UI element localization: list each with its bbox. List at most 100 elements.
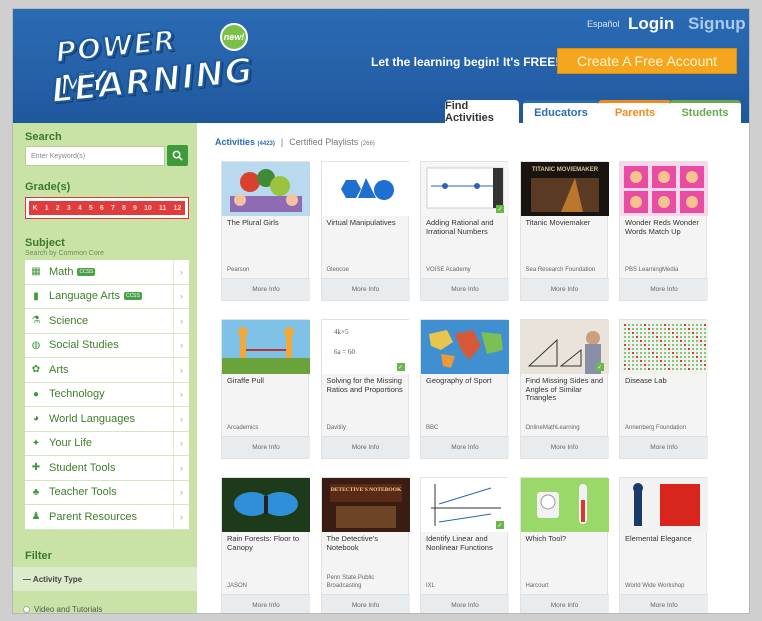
activity-card[interactable]: TITANIC MOVIEMAKER Titanic Moviemaker Sea … — [519, 161, 609, 301]
subject-item[interactable]: ✚ Student Tools › — [25, 456, 189, 481]
chevron-right-icon[interactable]: › — [173, 456, 189, 480]
create-account-button[interactable]: Create A Free Account — [557, 48, 737, 74]
activity-card[interactable]: Elemental Elegance World Wide Workshop Mor… — [619, 477, 708, 613]
subject-item[interactable]: ♣ Teacher Tools › — [25, 480, 189, 505]
tab-find-activities[interactable]: Find Activities — [445, 100, 519, 124]
activity-title[interactable]: The Detective's Notebook — [327, 534, 407, 552]
more-info-button[interactable]: More Info — [321, 436, 410, 458]
activity-card[interactable]: Rain Forests: Floor to Canopy JASON More I… — [221, 477, 310, 613]
chevron-right-icon[interactable]: › — [173, 284, 189, 308]
more-info-button[interactable]: More Info — [222, 594, 310, 613]
activity-card[interactable]: The Plural Girls Pearson More Info — [221, 161, 310, 301]
activity-title[interactable]: Which Tool? — [526, 534, 606, 544]
more-info-button[interactable]: More Info — [421, 278, 509, 300]
more-info-button[interactable]: More Info — [421, 594, 509, 613]
grade-slider[interactable]: K 1 2 3 4 5 6 7 8 9 10 11 12 — [25, 197, 189, 219]
chevron-right-icon[interactable]: › — [173, 358, 189, 382]
chevron-right-icon[interactable]: › — [173, 431, 189, 455]
activity-card[interactable]: 4k×5 6a = 60 ✓ Solving for the Missing Rati… — [320, 319, 410, 459]
activity-title[interactable]: Giraffe Pull — [227, 376, 307, 386]
subject-item[interactable]: ▮ Language Arts CCSS › — [25, 284, 189, 309]
activity-card[interactable]: Virtual Manipulatives Glencoe More Info — [320, 161, 410, 301]
activity-title[interactable]: Wonder Reds Wonder Words Match Up — [625, 218, 705, 236]
more-info-button[interactable]: More Info — [222, 436, 310, 458]
radio-button[interactable] — [23, 606, 30, 613]
search-input[interactable]: Enter Keyword(s) — [25, 146, 165, 166]
activity-title[interactable]: Titanic Moviemaker — [526, 218, 606, 228]
subject-item[interactable]: ● Technology › — [25, 382, 189, 407]
activity-title[interactable]: Adding Rational and Irrational Numbers — [426, 218, 506, 236]
activity-thumbnail[interactable] — [421, 320, 509, 374]
grade-option[interactable]: 7 — [111, 205, 115, 212]
subject-item[interactable]: ⚗ Science › — [25, 309, 189, 334]
activity-thumbnail[interactable] — [620, 320, 708, 374]
grade-option[interactable]: 1 — [45, 205, 49, 212]
tab-parents[interactable]: Parents — [598, 100, 672, 123]
activity-thumbnail[interactable] — [620, 162, 708, 216]
activity-thumbnail[interactable] — [620, 478, 708, 532]
activity-type-toggle[interactable]: — Activity Type — [13, 567, 197, 591]
more-info-button[interactable]: More Info — [520, 594, 609, 613]
subject-item[interactable]: ▦ Math CCSS › — [25, 260, 189, 285]
activity-title[interactable]: Virtual Manipulatives — [327, 218, 407, 228]
activity-thumbnail[interactable] — [321, 162, 410, 216]
grade-option[interactable]: 4 — [78, 205, 82, 212]
grade-option[interactable]: 11 — [159, 205, 166, 212]
site-logo[interactable]: POWER MY LEARNING — [48, 19, 256, 113]
activity-card[interactable]: Giraffe Pull Arcademics More Info — [221, 319, 310, 459]
subject-item[interactable]: ✦ Your Life › — [25, 431, 189, 456]
activity-card[interactable]: ✓ Identify Linear and Nonlinear Functions… — [420, 477, 509, 613]
grade-option[interactable]: 3 — [67, 205, 71, 212]
tab-activities[interactable]: Activities (4423) — [215, 137, 275, 147]
more-info-button[interactable]: More Info — [321, 278, 410, 300]
grade-option[interactable]: 12 — [173, 205, 181, 212]
tab-educators[interactable]: Educators — [523, 100, 599, 123]
more-info-button[interactable]: More Info — [620, 436, 708, 458]
activity-thumbnail[interactable] — [520, 478, 609, 532]
login-link[interactable]: Login — [628, 14, 674, 34]
activity-thumbnail[interactable] — [222, 478, 310, 532]
activity-title[interactable]: Identify Linear and Nonlinear Functions — [426, 534, 506, 552]
activity-title[interactable]: Disease Lab — [625, 376, 705, 386]
chevron-right-icon[interactable]: › — [173, 382, 189, 406]
more-info-button[interactable]: More Info — [222, 278, 310, 300]
grade-option[interactable]: K — [33, 205, 38, 212]
tab-students[interactable]: Students — [669, 100, 741, 123]
activity-title[interactable]: Rain Forests: Floor to Canopy — [227, 534, 307, 552]
activity-title[interactable]: Find Missing Sides and Angles of Similar… — [526, 376, 606, 403]
grade-option[interactable]: 9 — [133, 205, 137, 212]
chevron-right-icon[interactable]: › — [173, 480, 189, 504]
grade-option[interactable]: 10 — [144, 205, 152, 212]
activity-title[interactable]: Elemental Elegance — [625, 534, 705, 544]
activity-card[interactable]: ✓ Find Missing Sides and Angles of Simila… — [519, 319, 609, 459]
chevron-right-icon[interactable]: › — [173, 407, 189, 431]
chevron-right-icon[interactable]: › — [173, 260, 189, 284]
subject-item[interactable]: ♟ Parent Resources › — [25, 505, 189, 530]
chevron-right-icon[interactable]: › — [173, 333, 189, 357]
activity-thumbnail[interactable]: DETECTIVE'S NOTEBOOK — [321, 478, 410, 532]
activity-title[interactable]: The Plural Girls — [227, 218, 307, 228]
language-link[interactable]: Español — [587, 19, 620, 29]
activity-title[interactable]: Solving for the Missing Ratios and Propo… — [327, 376, 407, 394]
activity-card[interactable]: ✓ Adding Rational and Irrational Numbers V… — [420, 161, 509, 301]
grade-option[interactable]: 2 — [56, 205, 60, 212]
video-tutorials-option[interactable]: Video and Tutorials — [23, 605, 102, 613]
activity-card[interactable]: Which Tool? Harcourt More Info — [519, 477, 609, 613]
activity-card[interactable]: Wonder Reds Wonder Words Match Up PBS Lea… — [619, 161, 708, 301]
tab-certified-playlists[interactable]: Certified Playlists (266) — [289, 137, 375, 147]
more-info-button[interactable]: More Info — [421, 436, 509, 458]
search-button[interactable] — [167, 145, 188, 166]
more-info-button[interactable]: More Info — [620, 278, 708, 300]
subject-item[interactable]: ◕ World Languages › — [25, 407, 189, 432]
grade-option[interactable]: 5 — [89, 205, 93, 212]
chevron-right-icon[interactable]: › — [173, 505, 189, 529]
activity-title[interactable]: Geography of Sport — [426, 376, 506, 386]
grade-option[interactable]: 6 — [100, 205, 104, 212]
grade-option[interactable]: 8 — [122, 205, 126, 212]
more-info-button[interactable]: More Info — [520, 278, 609, 300]
more-info-button[interactable]: More Info — [321, 594, 410, 613]
more-info-button[interactable]: More Info — [520, 436, 609, 458]
subject-item[interactable]: ◍ Social Studies › — [25, 333, 189, 358]
activity-thumbnail[interactable] — [222, 162, 310, 216]
signup-link[interactable]: Signup — [688, 14, 746, 34]
